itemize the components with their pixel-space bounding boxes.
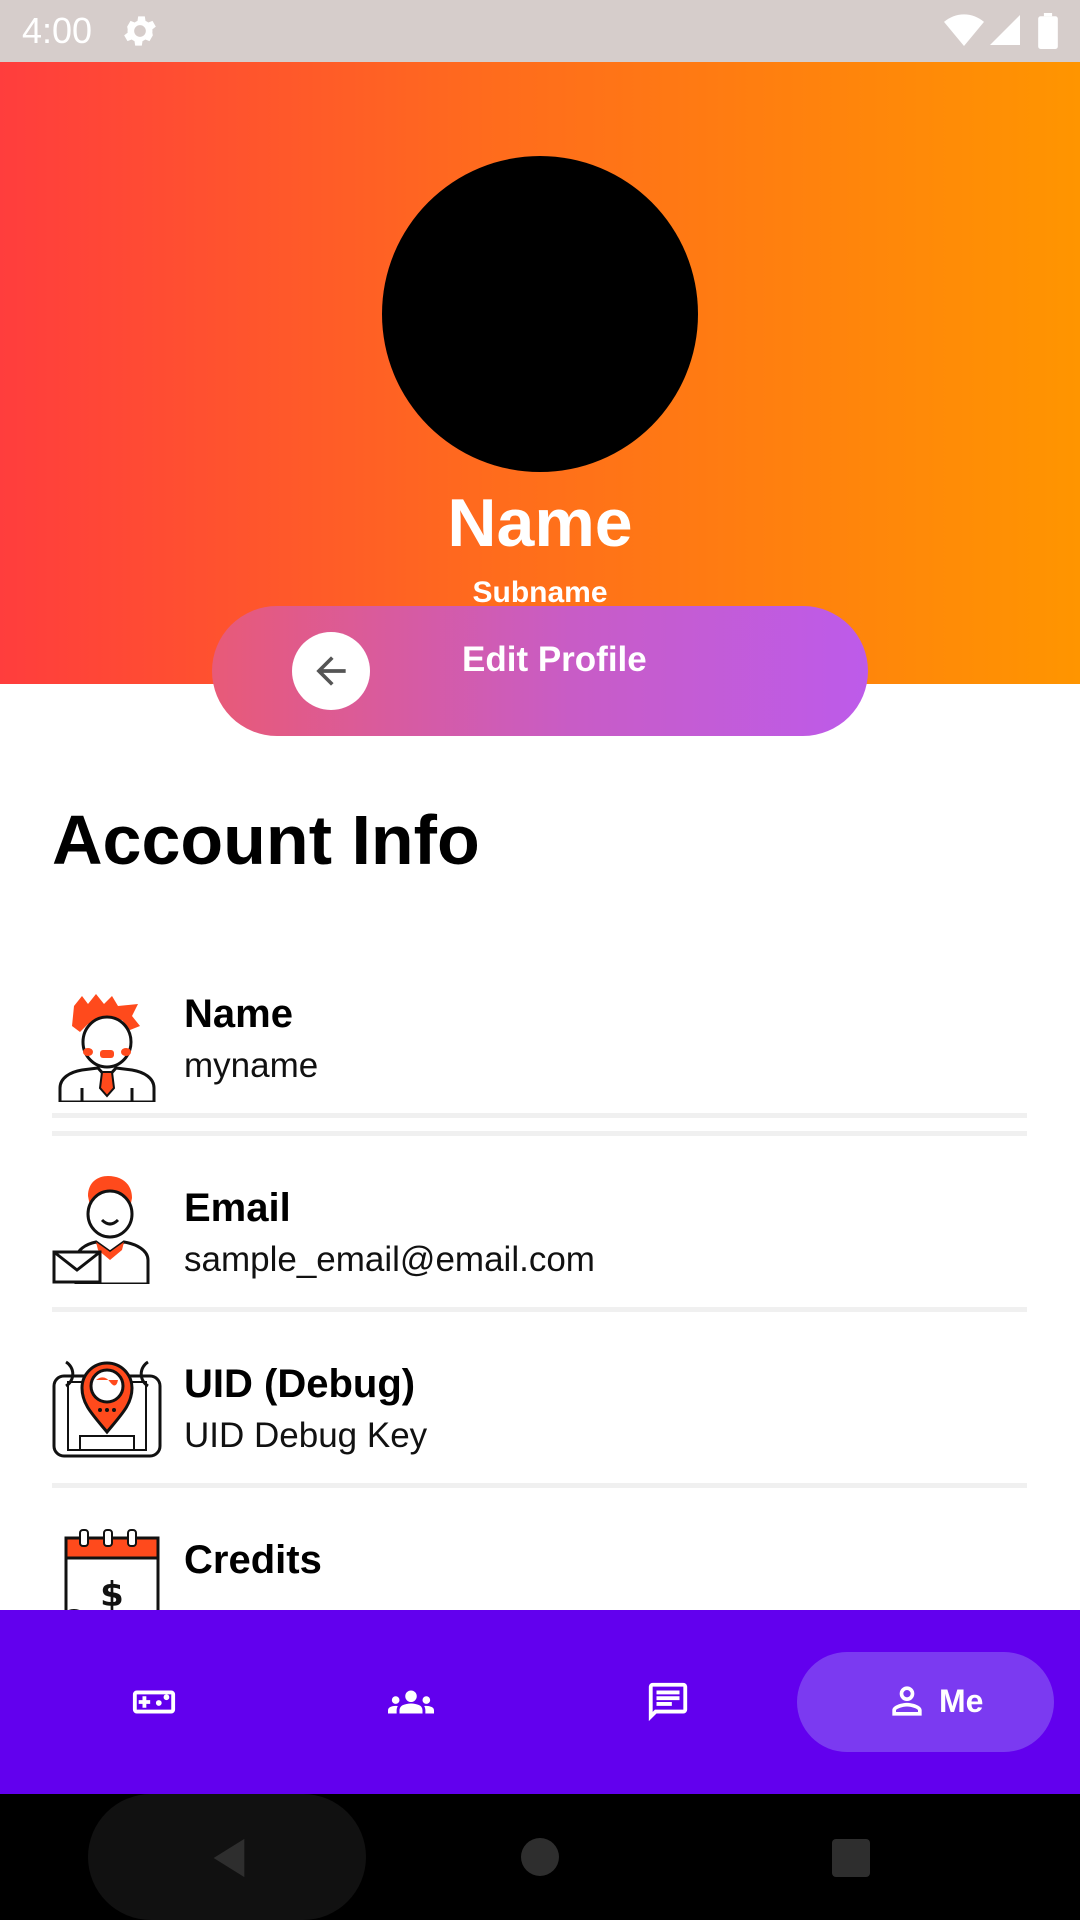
back-triangle-icon[interactable] <box>206 1834 252 1882</box>
person-icon <box>892 1686 922 1716</box>
email-person-icon <box>52 1176 150 1284</box>
nav-item-me-label: Me <box>939 1683 984 1719</box>
status-bar: 4:00 <box>0 0 1080 62</box>
account-info-title: Account Info <box>52 801 480 879</box>
recents-square-icon[interactable] <box>832 1839 870 1877</box>
person-avatar-icon <box>58 994 156 1102</box>
nav-item-games[interactable] <box>25 1610 282 1794</box>
list-item-email[interactable]: Email sample_email@email.com <box>52 1176 1027 1296</box>
divider <box>52 1483 1027 1488</box>
profile-header: Name Subname <box>0 62 1080 684</box>
divider <box>52 1307 1027 1312</box>
bottom-navigation: Me <box>0 1610 1080 1794</box>
email-value: sample_email@email.com <box>184 1240 595 1279</box>
edit-profile-label: Edit Profile <box>462 640 647 679</box>
divider <box>52 1113 1027 1118</box>
profile-subname: Subname <box>472 576 608 609</box>
uid-value: UID Debug Key <box>184 1416 428 1455</box>
calendar-payment-icon: $ <box>64 1529 160 1610</box>
email-label: Email <box>184 1186 291 1230</box>
back-button[interactable] <box>292 632 370 710</box>
list-item-name[interactable]: Name myname <box>52 992 1027 1102</box>
gamepad-icon <box>132 1690 176 1714</box>
list-item-uid[interactable]: UID (Debug) UID Debug Key <box>52 1360 1027 1472</box>
home-circle-icon[interactable] <box>521 1838 559 1876</box>
profile-name: Name <box>447 485 633 561</box>
groups-icon <box>388 1690 434 1714</box>
nav-item-me[interactable]: Me <box>797 1652 1054 1752</box>
profile-avatar[interactable] <box>382 156 698 472</box>
divider <box>52 1131 1027 1136</box>
svg-text:$: $ <box>100 1575 124 1610</box>
location-pin-device-icon <box>52 1360 162 1458</box>
uid-label: UID (Debug) <box>184 1362 416 1406</box>
chat-icon <box>648 1682 688 1722</box>
account-info-list: Name myname Email sample_email@email.com <box>0 960 1080 1610</box>
wifi-icon <box>944 14 984 47</box>
battery-icon <box>1038 13 1058 49</box>
cell-signal-icon <box>990 15 1020 45</box>
nav-item-chat[interactable] <box>539 1610 796 1794</box>
system-navigation-bar <box>0 1794 1080 1920</box>
settings-gear-icon <box>124 16 156 46</box>
arrow-left-icon <box>316 656 346 686</box>
name-value: myname <box>184 1046 319 1085</box>
status-time: 4:00 <box>22 10 93 51</box>
nav-item-friends[interactable] <box>282 1610 539 1794</box>
list-item-credits[interactable]: $ Credits <box>52 1529 1027 1610</box>
name-label: Name <box>184 992 293 1036</box>
edit-profile-button[interactable]: Edit Profile <box>212 606 868 736</box>
credits-label: Credits <box>184 1538 322 1582</box>
